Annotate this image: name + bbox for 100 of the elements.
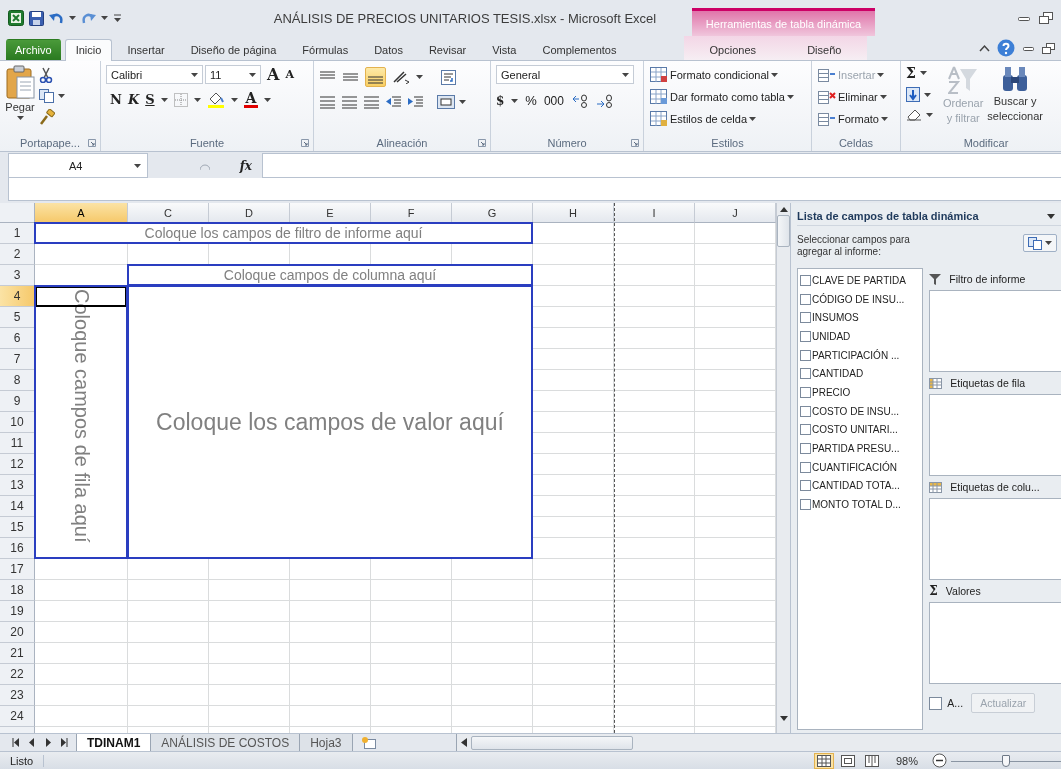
caret-icon[interactable]	[926, 112, 933, 117]
fill-color-icon[interactable]	[206, 91, 225, 108]
row-header[interactable]: 15	[0, 517, 35, 538]
shrink-font-button[interactable]: A	[285, 68, 294, 81]
scroll-up-icon[interactable]	[779, 207, 788, 212]
caret-icon[interactable]	[771, 73, 779, 77]
caret-icon[interactable]	[879, 95, 887, 99]
checkbox[interactable]	[800, 349, 811, 361]
field-item[interactable]: PARTICIPACIÓN ...	[800, 345, 921, 365]
column-header[interactable]: D	[209, 203, 290, 223]
row-header[interactable]: 20	[0, 622, 35, 643]
dialog-launcher-icon[interactable]	[631, 139, 639, 147]
font-size-field[interactable]: 11	[205, 65, 261, 84]
field-item[interactable]: UNIDAD	[800, 327, 921, 346]
last-sheet-icon[interactable]	[60, 738, 68, 747]
row-drop-zone[interactable]: Coloque campos de fila aquí	[34, 285, 128, 559]
caret-icon[interactable]	[786, 95, 794, 99]
save-icon[interactable]	[29, 10, 44, 26]
italic-button[interactable]: K	[127, 92, 140, 107]
caret-icon[interactable]	[101, 16, 108, 20]
caret-icon[interactable]	[924, 92, 931, 97]
pane-menu-caret-icon[interactable]	[1047, 213, 1055, 219]
restore-icon[interactable]	[1039, 12, 1053, 24]
paste-button[interactable]: Pegar	[5, 65, 35, 134]
column-header[interactable]: A	[35, 203, 128, 223]
styles-menu-button[interactable]: Formato condicional	[649, 65, 795, 85]
caret-icon[interactable]	[16, 116, 24, 120]
caret-icon[interactable]	[919, 71, 927, 75]
caret-icon[interactable]	[749, 117, 757, 121]
checkbox[interactable]	[800, 274, 811, 286]
column-header[interactable]: C	[128, 203, 209, 223]
row-header[interactable]: 10	[0, 412, 35, 433]
align-middle-icon[interactable]	[342, 70, 359, 84]
center-icon[interactable]	[341, 95, 358, 109]
dialog-launcher-icon[interactable]	[301, 139, 309, 147]
sheet-tab[interactable]: TDINAM1	[76, 734, 152, 751]
caret-icon[interactable]	[880, 117, 888, 121]
field-item[interactable]: CANTIDAD	[800, 364, 921, 384]
caret-icon[interactable]	[193, 97, 201, 102]
previous-sheet-icon[interactable]	[28, 738, 36, 747]
ribbon-tab[interactable]: Complementos	[531, 39, 628, 60]
autosum-button[interactable]: Σ	[906, 65, 916, 81]
defer-update-option[interactable]: A...	[929, 696, 964, 710]
checkbox[interactable]	[800, 312, 811, 324]
page-break-preview-icon[interactable]	[864, 754, 879, 767]
caret-icon[interactable]	[416, 75, 423, 79]
wrap-text-icon[interactable]	[441, 69, 458, 85]
layout-button[interactable]	[1023, 234, 1057, 252]
increase-indent-icon[interactable]	[407, 95, 424, 109]
value-drop-zone[interactable]: Coloque los campos de valor aquí	[127, 285, 533, 559]
zoom-slider[interactable]	[951, 754, 1061, 767]
ribbon-tab[interactable]: Inicio	[64, 39, 113, 61]
ribbon-tab[interactable]: Opciones	[698, 39, 768, 60]
bold-button[interactable]: N	[110, 92, 122, 107]
horizontal-scroll-thumb[interactable]	[471, 735, 633, 750]
checkbox[interactable]	[800, 424, 811, 436]
checkbox[interactable]	[800, 405, 811, 417]
insert-function-button[interactable]: fx	[239, 158, 252, 173]
new-sheet-icon[interactable]	[360, 735, 377, 750]
row-header[interactable]: 7	[0, 349, 35, 370]
percent-format-button[interactable]: %	[525, 93, 537, 108]
sheet-tab[interactable]: ANÁLISIS DE COSTOS	[151, 734, 301, 751]
cells-menu-button[interactable]: Eliminar	[817, 87, 889, 107]
next-sheet-icon[interactable]	[44, 738, 52, 747]
row-header[interactable]: 24	[0, 706, 35, 727]
caret-icon[interactable]	[58, 94, 65, 98]
number-format-field[interactable]: General	[496, 65, 634, 84]
ribbon-tab[interactable]: Archivo	[6, 39, 61, 60]
field-item[interactable]: CUANTIFICACIÓN	[800, 457, 921, 477]
text-orientation-icon[interactable]	[392, 70, 410, 84]
row-header[interactable]: 5	[0, 307, 35, 328]
dialog-launcher-icon[interactable]	[478, 139, 486, 147]
collapse-ribbon-icon[interactable]	[979, 44, 990, 52]
field-item[interactable]: CANTIDAD TOTA...	[800, 476, 921, 496]
undo-icon[interactable]	[49, 11, 64, 25]
row-header[interactable]: 1	[0, 223, 35, 244]
caret-icon[interactable]	[230, 97, 238, 102]
row-header[interactable]: 18	[0, 580, 35, 601]
vertical-scrollbar[interactable]	[776, 203, 790, 733]
field-item[interactable]: PRECIO	[800, 383, 921, 402]
row-header[interactable]: 21	[0, 643, 35, 664]
dialog-launcher-icon[interactable]	[88, 139, 96, 147]
checkbox[interactable]	[800, 293, 811, 305]
fill-down-icon[interactable]	[906, 87, 920, 102]
row-header[interactable]: 23	[0, 685, 35, 706]
row-header[interactable]: 2	[0, 244, 35, 265]
styles-menu-button[interactable]: Estilos de celda	[649, 109, 795, 129]
row-header[interactable]: 6	[0, 328, 35, 349]
checkbox[interactable]	[800, 443, 811, 455]
grow-font-button[interactable]: A	[267, 65, 280, 84]
align-left-icon[interactable]	[319, 95, 336, 109]
row-header[interactable]: 22	[0, 664, 35, 685]
row-header[interactable]: 13	[0, 475, 35, 496]
checkbox[interactable]	[929, 696, 943, 710]
ribbon-tab[interactable]: Diseño de página	[179, 39, 288, 60]
caret-icon[interactable]	[249, 72, 256, 77]
row-header[interactable]: 11	[0, 433, 35, 454]
column-header[interactable]: I	[614, 203, 695, 223]
checkbox[interactable]	[800, 368, 811, 380]
zoom-level[interactable]: 98%	[885, 754, 928, 767]
